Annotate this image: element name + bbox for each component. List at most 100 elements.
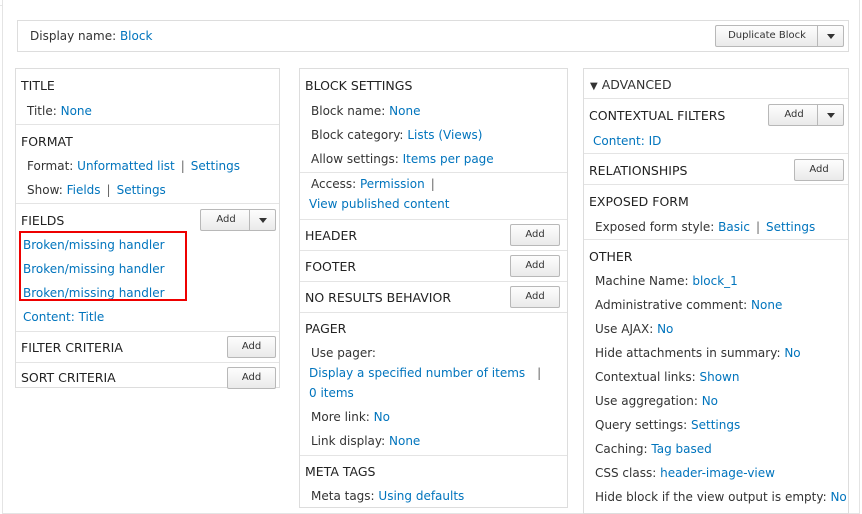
pager-items-link[interactable]: 0 items: [309, 386, 354, 400]
other-row-contextual-links: Contextual links: Shown: [595, 370, 739, 384]
advanced-toggle[interactable]: ▼ ADVANCED: [590, 77, 672, 92]
fields-heading: FIELDS: [21, 213, 65, 228]
block-name-row: Block name: None: [311, 104, 420, 118]
meta-tags-section: META TAGS Meta tags: Using defaults: [300, 455, 567, 509]
block-name-label: Block name:: [311, 104, 386, 118]
sort-criteria-heading: SORT CRITERIA: [21, 370, 116, 385]
other-row-link[interactable]: header-image-view: [660, 466, 775, 480]
use-pager-row: Use pager:: [311, 346, 376, 360]
title-value-link[interactable]: None: [61, 104, 92, 118]
link-display-value[interactable]: None: [389, 434, 420, 448]
chevron-down-icon[interactable]: [249, 210, 275, 230]
title-row: Title: None: [27, 104, 92, 118]
block-settings-section: BLOCK SETTINGS Block name: None Block ca…: [300, 69, 567, 219]
footer-add-button[interactable]: Add: [510, 255, 560, 277]
allow-settings-link[interactable]: Items per page: [403, 152, 494, 166]
header-add-button[interactable]: Add: [510, 224, 560, 246]
chevron-down-icon[interactable]: [817, 26, 843, 46]
exposed-form-heading: EXPOSED FORM: [589, 194, 689, 209]
filter-criteria-section: FILTER CRITERIA Add: [16, 331, 279, 362]
left-column: TITLE Title: None FORMAT Format: Unforma…: [15, 68, 280, 389]
triangle-down-icon: ▼: [590, 81, 598, 92]
sort-add-button[interactable]: Add: [227, 367, 276, 389]
footer-heading: FOOTER: [305, 259, 357, 274]
divider: [300, 172, 567, 173]
other-row-use-aggregation: Use aggregation: No: [595, 394, 718, 408]
block-name-link[interactable]: None: [389, 104, 420, 118]
fields-add-button[interactable]: Add: [200, 209, 276, 231]
contextual-filters-section: CONTEXTUAL FILTERS Add Content: ID: [584, 98, 848, 153]
chevron-down-icon[interactable]: [817, 105, 843, 125]
middle-column: BLOCK SETTINGS Block name: None Block ca…: [299, 68, 568, 508]
other-row-link[interactable]: block_1: [692, 274, 737, 288]
field-item-content-title[interactable]: Content: Title: [23, 310, 104, 324]
no-results-section: NO RESULTS BEHAVIOR Add: [300, 281, 567, 312]
other-row-link[interactable]: No: [784, 346, 800, 360]
meta-tags-heading: META TAGS: [305, 464, 376, 479]
highlight-box: [19, 231, 187, 301]
other-row-query-settings: Query settings: Settings: [595, 418, 740, 432]
exposed-form-style-link[interactable]: Basic: [718, 220, 750, 234]
format-settings-link[interactable]: Settings: [191, 159, 240, 173]
separator: |: [180, 159, 185, 173]
more-link-row: More link: No: [311, 410, 390, 424]
format-label: Format:: [27, 159, 74, 173]
display-name: Display name: Block: [30, 29, 152, 43]
fields-add-label: Add: [216, 214, 236, 225]
block-category-link[interactable]: Lists (Views): [407, 128, 482, 142]
other-row-link[interactable]: Tag based: [651, 442, 711, 456]
other-row-link[interactable]: No: [657, 322, 673, 336]
pager-section: PAGER Use pager: Display a specified num…: [300, 312, 567, 455]
header-heading: HEADER: [305, 228, 358, 243]
filter-add-button[interactable]: Add: [227, 336, 276, 358]
use-pager-link[interactable]: Display a specified number of items: [309, 366, 525, 380]
footer-section: FOOTER Add: [300, 250, 567, 281]
access-link[interactable]: Permission: [360, 177, 425, 191]
title-heading: TITLE: [21, 78, 55, 93]
other-row-link[interactable]: None: [751, 298, 782, 312]
show-value-link[interactable]: Fields: [67, 183, 101, 197]
format-section: FORMAT Format: Unformatted list | Settings…: [16, 124, 279, 203]
other-row-machine-name: Machine Name: block_1: [595, 274, 738, 288]
format-row: Format: Unformatted list | Settings: [27, 159, 240, 173]
show-settings-link[interactable]: Settings: [117, 183, 166, 197]
separator: |: [430, 177, 435, 191]
other-row-label: Hide attachments in summary:: [595, 346, 781, 360]
title-section: TITLE Title: None: [16, 69, 279, 123]
exposed-form-row: Exposed form style: Basic | Settings: [595, 220, 815, 234]
meta-tags-link[interactable]: Using defaults: [378, 489, 464, 503]
format-value-link[interactable]: Unformatted list: [77, 159, 175, 173]
other-row-link[interactable]: No: [702, 394, 718, 408]
show-row: Show: Fields | Settings: [27, 183, 166, 197]
exposed-form-label: Exposed form style:: [595, 220, 715, 234]
separator: |: [106, 183, 111, 197]
other-row-link[interactable]: Shown: [699, 370, 739, 384]
format-heading: FORMAT: [21, 134, 73, 149]
access-row: Access: Permission |: [311, 177, 441, 191]
other-row-caching: Caching: Tag based: [595, 442, 712, 456]
view-published-content-link[interactable]: View published content: [309, 197, 449, 211]
contextual-add-button[interactable]: Add: [768, 104, 844, 126]
other-row-link[interactable]: No: [830, 490, 846, 504]
title-label: Title:: [27, 104, 57, 118]
display-name-link[interactable]: Block: [120, 29, 152, 43]
block-category-row: Block category: Lists (Views): [311, 128, 482, 142]
relationships-add-button[interactable]: Add: [794, 159, 844, 181]
other-row-label: CSS class:: [595, 466, 657, 480]
other-row-label: Contextual links:: [595, 370, 696, 384]
separator: |: [755, 220, 760, 234]
duplicate-block-button[interactable]: Duplicate Block: [715, 25, 844, 47]
other-row-label: Caching:: [595, 442, 648, 456]
other-heading: OTHER: [589, 249, 633, 264]
relationships-section: RELATIONSHIPS Add: [584, 153, 848, 184]
access-label: Access:: [311, 177, 357, 191]
contextual-filter-item[interactable]: Content: ID: [593, 134, 661, 148]
other-row-link[interactable]: Settings: [691, 418, 740, 432]
right-column: ▼ ADVANCED CONTEXTUAL FILTERS Add Content…: [583, 68, 849, 514]
separator: |: [537, 366, 542, 380]
no-results-add-button[interactable]: Add: [510, 286, 560, 308]
exposed-form-settings-link[interactable]: Settings: [766, 220, 815, 234]
sort-criteria-section: SORT CRITERIA Add: [16, 362, 279, 389]
allow-settings-label: Allow settings:: [311, 152, 399, 166]
more-link-value[interactable]: No: [374, 410, 390, 424]
